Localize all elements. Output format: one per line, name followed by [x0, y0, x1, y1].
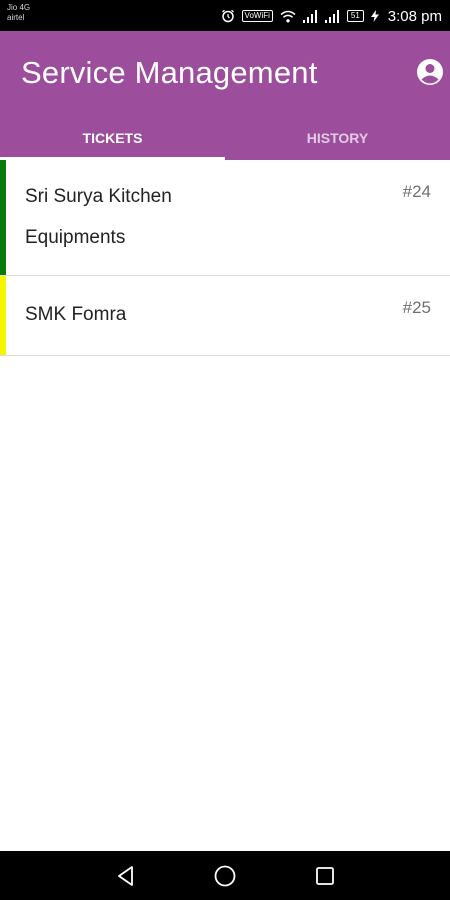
system-nav-bar — [0, 851, 450, 900]
signal-icon-1 — [302, 9, 317, 23]
tab-tickets[interactable]: TICKETS — [0, 116, 225, 160]
vowifi-badge: VoWiFi — [241, 10, 273, 22]
status-icons: VoWiFi 51 3:08 pm — [221, 7, 442, 25]
battery-level: 51 — [346, 10, 364, 22]
ticket-number: #24 — [402, 182, 431, 201]
carrier-1: Jio 4G — [7, 3, 31, 12]
status-bar: Jio 4G airtel VoWiFi 51 3:08 pm — [0, 0, 450, 31]
signal-icon-2 — [324, 9, 339, 23]
wifi-icon — [280, 10, 296, 22]
ticket-list: Sri Surya Kitchen Equipments #24 SMK Fom… — [0, 160, 450, 356]
ticket-status-bar — [0, 160, 6, 275]
ticket-status-bar — [0, 276, 6, 355]
alarm-icon — [221, 9, 234, 23]
account-circle-icon[interactable] — [415, 57, 445, 87]
ticket-item-24[interactable]: Sri Surya Kitchen Equipments #24 — [0, 160, 450, 276]
page-title: Service Management — [21, 55, 318, 90]
tab-bar: TICKETS HISTORY — [0, 116, 450, 160]
status-time: 3:08 pm — [387, 7, 442, 25]
ticket-number: #25 — [402, 298, 431, 317]
tab-history[interactable]: HISTORY — [225, 116, 450, 160]
carrier-info: Jio 4G airtel — [7, 3, 30, 23]
recents-square-icon[interactable] — [313, 864, 337, 888]
back-triangle-icon[interactable] — [114, 864, 138, 888]
app-bar: Service Management TICKETS HISTORY — [0, 31, 450, 160]
carrier-2: airtel — [7, 13, 25, 22]
home-circle-icon[interactable] — [213, 864, 237, 888]
charging-icon — [370, 10, 379, 22]
ticket-name: Sri Surya Kitchen Equipments — [25, 186, 172, 248]
ticket-name: SMK Fomra — [25, 304, 127, 325]
ticket-item-25[interactable]: SMK Fomra #25 — [0, 276, 450, 356]
